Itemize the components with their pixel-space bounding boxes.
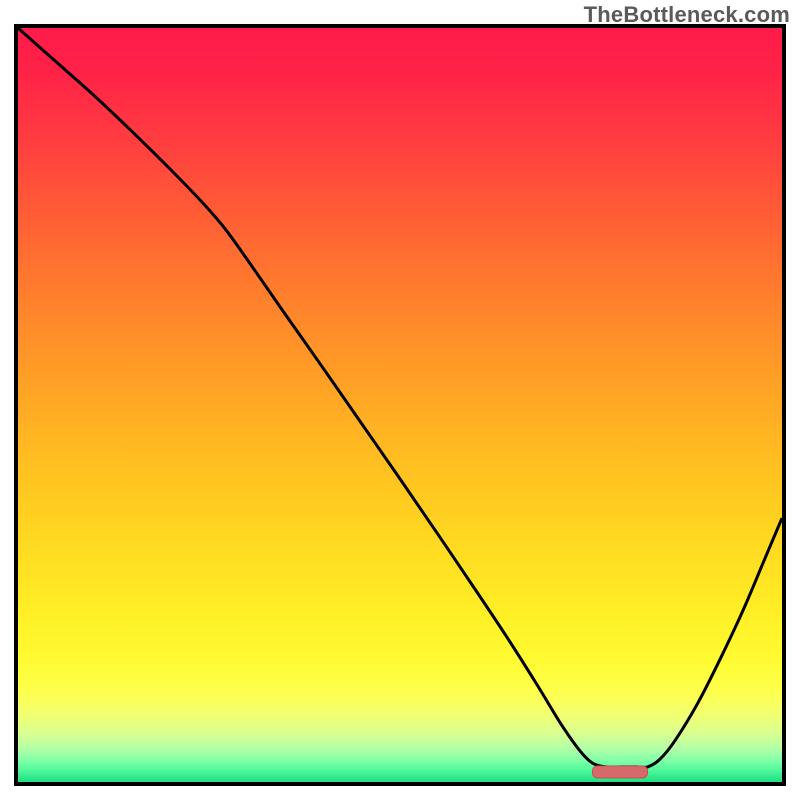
plot-border <box>14 24 786 786</box>
minimum-marker <box>593 766 648 778</box>
gradient-background <box>18 28 782 782</box>
chart-svg <box>18 28 782 782</box>
chart-frame: TheBottleneck.com <box>0 0 800 800</box>
